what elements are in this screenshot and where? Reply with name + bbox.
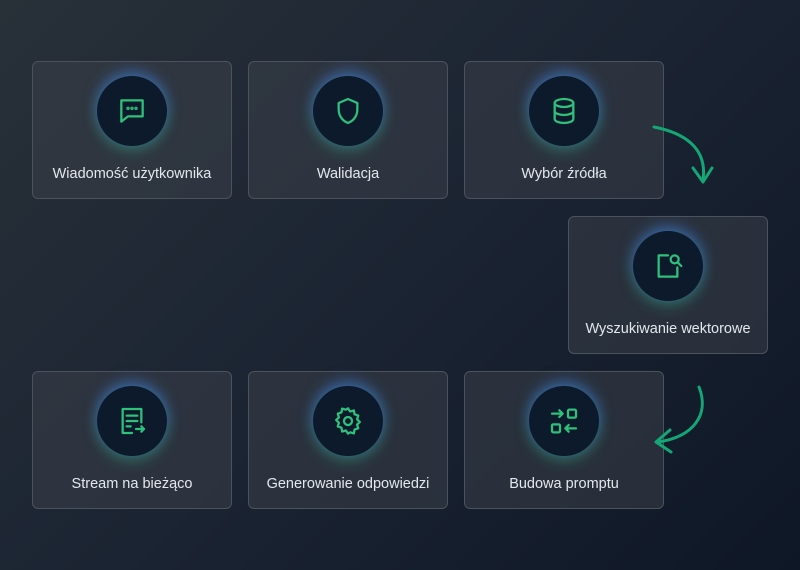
gear-icon-circle	[313, 386, 383, 456]
shield-icon	[337, 97, 359, 125]
step-label: Wiadomość użytkownika	[52, 166, 212, 182]
transform-icon	[550, 408, 578, 434]
search-document-icon	[657, 254, 683, 278]
step-card-prompt-build: Budowa promptu	[464, 371, 664, 509]
step-label: Budowa promptu	[509, 476, 619, 492]
step-label: Wybór źródła	[521, 166, 607, 182]
stream-document-icon-circle	[97, 386, 167, 456]
database-icon	[553, 97, 575, 125]
shield-icon-circle	[313, 76, 383, 146]
database-icon-circle	[529, 76, 599, 146]
step-label: Walidacja	[316, 166, 380, 182]
stream-document-icon	[121, 407, 146, 435]
gear-icon	[335, 407, 361, 435]
chat-bubble-icon-circle	[97, 76, 167, 146]
search-document-icon-circle	[633, 231, 703, 301]
step-card-live-stream: Stream na bieżąco	[32, 371, 232, 509]
step-card-validation: Walidacja	[248, 61, 448, 199]
transform-icon-circle	[529, 386, 599, 456]
step-label: Wyszukiwanie wektorowe	[585, 321, 751, 337]
step-card-vector-search: Wyszukiwanie wektorowe	[568, 216, 768, 354]
step-card-response-generation: Generowanie odpowiedzi	[248, 371, 448, 509]
step-card-source-selection: Wybór źródła	[464, 61, 664, 199]
chat-bubble-icon	[120, 99, 144, 123]
step-label: Generowanie odpowiedzi	[266, 476, 430, 492]
step-label: Stream na bieżąco	[71, 476, 193, 492]
step-card-user-message: Wiadomość użytkownika	[32, 61, 232, 199]
